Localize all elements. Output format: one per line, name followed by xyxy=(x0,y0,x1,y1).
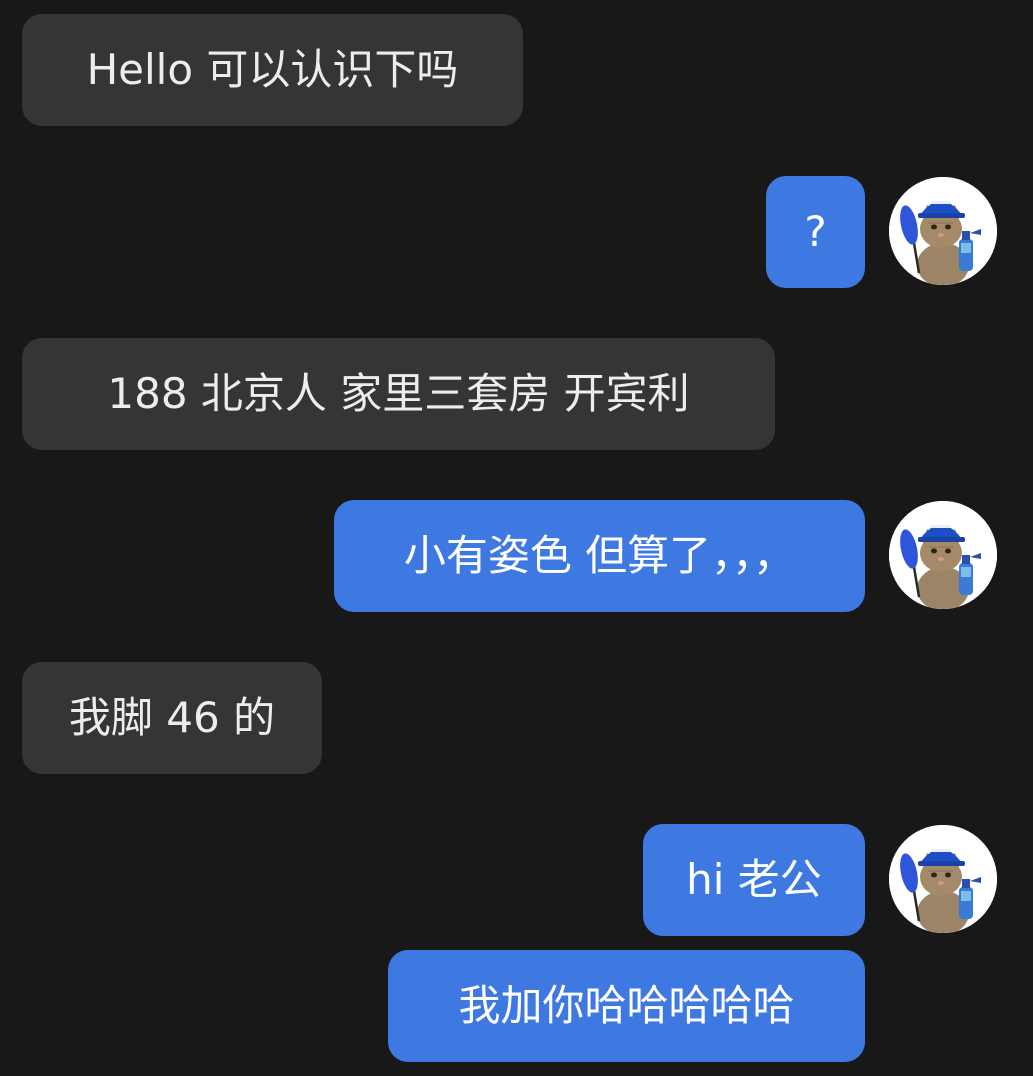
cat-cleaner-avatar-icon xyxy=(889,177,997,285)
avatar[interactable] xyxy=(889,825,997,933)
message-bubble-incoming[interactable]: 188 北京人 家里三套房 开宾利 xyxy=(22,338,775,450)
cat-cleaner-avatar-icon xyxy=(889,825,997,933)
message-bubble-outgoing[interactable]: ? xyxy=(766,176,865,288)
message-bubble-outgoing[interactable]: 我加你哈哈哈哈哈 xyxy=(388,950,865,1062)
avatar[interactable] xyxy=(889,177,997,285)
avatar[interactable] xyxy=(889,501,997,609)
cat-cleaner-avatar-icon xyxy=(889,501,997,609)
message-bubble-outgoing[interactable]: hi 老公 xyxy=(643,824,865,936)
message-bubble-outgoing[interactable]: 小有姿色 但算了，，， xyxy=(334,500,865,612)
message-bubble-incoming[interactable]: Hello 可以认识下吗 xyxy=(22,14,523,126)
message-bubble-incoming[interactable]: 我脚 46 的 xyxy=(22,662,322,774)
